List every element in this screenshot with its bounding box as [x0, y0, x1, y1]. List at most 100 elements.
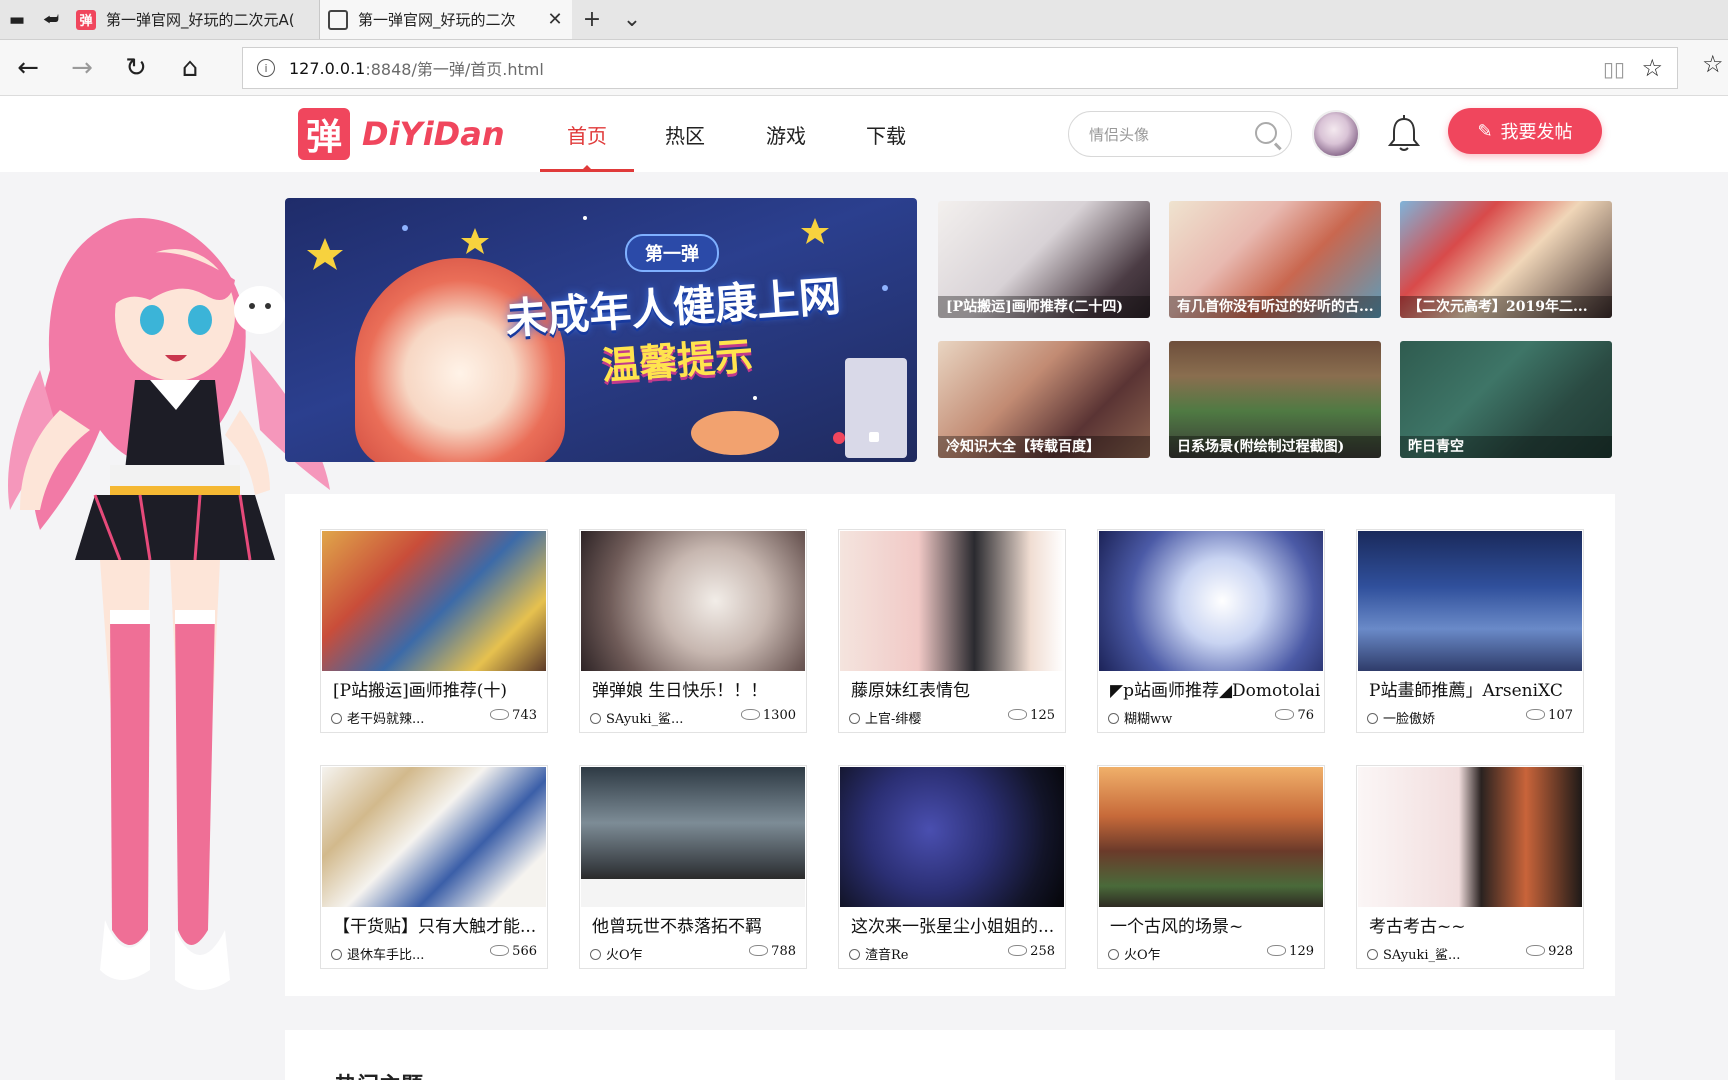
tab-list-chevron-icon[interactable]: ⌄	[612, 0, 652, 39]
home-icon[interactable]: ⌂	[172, 50, 208, 86]
post-thumbnail	[322, 531, 546, 671]
post-author: 上官-绯樱	[865, 712, 922, 727]
banner-badge: 第一弹	[625, 234, 719, 272]
avatar[interactable]	[1312, 110, 1360, 158]
tabs-aside-icon[interactable]: ⮨	[34, 0, 68, 39]
new-post-button[interactable]: ✎ 我要发帖	[1448, 108, 1602, 154]
banner-dot-2[interactable]	[869, 432, 879, 442]
reading-view-icon[interactable]: ▯▯	[1603, 57, 1625, 81]
nav-games[interactable]: 游戏	[736, 96, 836, 172]
post-meta: 糊糊ww 76	[1108, 708, 1314, 727]
new-tab-icon[interactable]: +	[572, 0, 612, 39]
nav-hot[interactable]: 热区	[634, 96, 736, 172]
views-icon	[1008, 709, 1028, 720]
post-thumbnail	[1099, 531, 1323, 671]
main-nav: 首页 热区 游戏 下载	[540, 96, 936, 172]
post-author: 一脸傲娇	[1383, 712, 1436, 727]
tab-title: 第一弹官网_好玩的二次元A(	[106, 11, 295, 29]
notification-bell-icon[interactable]	[1386, 114, 1422, 154]
featured-thumb-3[interactable]: 【二次元高考】2019年二...	[1400, 201, 1612, 318]
site-info-icon[interactable]: i	[257, 59, 275, 77]
post-card[interactable]: 这次来一张星尘小姐姐的... 渣音Re 258	[838, 765, 1066, 969]
tab-title: 第一弹官网_好玩的二次	[358, 11, 516, 29]
user-icon	[1367, 713, 1378, 724]
post-title: 一个古风的场景~	[1110, 917, 1244, 937]
post-card[interactable]: 藤原妹红表情包 上官-绯樱 125	[838, 529, 1066, 733]
post-title: 他曾玩世不恭落拓不羁	[592, 917, 762, 937]
post-card[interactable]: [P站搬运]画师推荐(十) 老干妈就辣... 743	[320, 529, 548, 733]
nav-download[interactable]: 下载	[836, 96, 936, 172]
page-favicon-icon	[328, 9, 348, 30]
banner-dot-1[interactable]	[833, 432, 845, 444]
post-card[interactable]: 考古考古~~ SAyuki_鲨... 928	[1356, 765, 1584, 969]
post-views: 928	[1548, 944, 1573, 959]
post-author: 火O乍	[606, 948, 643, 963]
post-views: 107	[1548, 708, 1573, 723]
post-card[interactable]: ◤p站画师推荐◢Domotolain 糊糊ww 76	[1097, 529, 1325, 733]
thumb-caption: 有几首你没有听过的好听的古...	[1169, 296, 1381, 318]
browser-tab-bar: ▬ ⮨ 弹 第一弹官网_好玩的二次元A( 第一弹官网_好玩的二次 ✕ + ⌄	[0, 0, 1728, 40]
post-meta: 火O乍 129	[1108, 944, 1314, 963]
url-field[interactable]: i 127.0.0.1:8848/第一弹/首页.html ▯▯ ☆	[242, 47, 1678, 89]
featured-thumb-5[interactable]: 日系场景(附绘制过程截图)	[1169, 341, 1381, 458]
refresh-icon[interactable]: ↻	[118, 50, 154, 86]
posts-grid: [P站搬运]画师推荐(十) 老干妈就辣... 743 弹弹娘 生日快乐！！！ S…	[285, 494, 1615, 996]
search-input[interactable]: 情侣头像	[1068, 111, 1292, 157]
browser-address-bar: ← → ↻ ⌂ i 127.0.0.1:8848/第一弹/首页.html ▯▯ …	[0, 40, 1728, 96]
post-title: P站畫師推薦」ArseniXC	[1369, 681, 1563, 701]
featured-thumb-1[interactable]: [P站搬运]画师推荐(二十四)	[938, 201, 1150, 318]
post-card[interactable]: 他曾玩世不恭落拓不羁 火O乍 788	[579, 765, 807, 969]
favorite-star-icon[interactable]: ☆	[1641, 54, 1663, 82]
forward-icon[interactable]: →	[64, 50, 100, 86]
post-views: 76	[1297, 708, 1314, 723]
post-thumbnail	[322, 767, 546, 907]
post-author: 退休车手比...	[347, 948, 425, 963]
user-icon	[331, 949, 342, 960]
hot-topics-section: 热门主题	[285, 1030, 1615, 1080]
close-tab-icon[interactable]: ✕	[546, 9, 564, 30]
post-author: 火O乍	[1124, 948, 1161, 963]
post-thumbnail	[1099, 767, 1323, 907]
post-author: 糊糊ww	[1124, 712, 1173, 727]
user-icon	[590, 713, 601, 724]
post-views: 258	[1030, 944, 1055, 959]
featured-thumb-6[interactable]: 昨日青空	[1400, 341, 1612, 458]
url-path: :8848/第一弹/首页.html	[365, 60, 544, 79]
post-author: 老干妈就辣...	[347, 712, 425, 727]
post-title: 藤原妹红表情包	[851, 681, 970, 701]
pencil-icon: ✎	[1477, 120, 1493, 142]
nav-home[interactable]: 首页	[540, 96, 634, 172]
post-card[interactable]: 一个古风的场景~ 火O乍 129	[1097, 765, 1325, 969]
browser-tab-2[interactable]: 第一弹官网_好玩的二次 ✕	[320, 0, 572, 39]
search-icon[interactable]	[1255, 122, 1277, 144]
main-banner[interactable]: 第一弹 未成年人健康上网 温馨提示	[285, 198, 917, 462]
post-card[interactable]: 【干货贴】只有大触才能... 退休车手比... 566	[320, 765, 548, 969]
user-icon	[849, 949, 860, 960]
logo-text: DiYiDan	[362, 115, 505, 153]
featured-thumb-2[interactable]: 有几首你没有听过的好听的古...	[1169, 201, 1381, 318]
post-title: 弹弹娘 生日快乐！！！	[592, 681, 768, 701]
views-icon	[1526, 945, 1546, 956]
post-card[interactable]: 弹弹娘 生日快乐！！！ SAyuki_鲨... 1300	[579, 529, 807, 733]
views-icon	[490, 709, 510, 720]
url-host: 127.0.0.1	[289, 58, 366, 78]
views-icon	[490, 945, 510, 956]
post-meta: 渣音Re 258	[849, 944, 1055, 963]
tab-actions-icon[interactable]: ▬	[0, 0, 34, 39]
thumb-caption: 【二次元高考】2019年二...	[1400, 296, 1612, 318]
user-icon	[849, 713, 860, 724]
thumb-caption: [P站搬运]画师推荐(二十四)	[938, 296, 1150, 318]
featured-thumb-4[interactable]: 冷知识大全【转载百度】	[938, 341, 1150, 458]
post-views: 788	[771, 944, 796, 959]
user-icon	[590, 949, 601, 960]
post-thumbnail	[1358, 531, 1582, 671]
post-card[interactable]: P站畫師推薦」ArseniXC 一脸傲娇 107	[1356, 529, 1584, 733]
back-icon[interactable]: ←	[10, 50, 46, 86]
browser-tab-1[interactable]: 弹 第一弹官网_好玩的二次元A(	[68, 0, 320, 39]
new-post-label: 我要发帖	[1500, 122, 1573, 143]
site-logo[interactable]: 弹 DiYiDan	[298, 108, 505, 160]
views-icon	[1008, 945, 1028, 956]
post-author: SAyuki_鲨...	[1383, 948, 1461, 963]
post-meta: 退休车手比... 566	[331, 944, 537, 963]
favorites-bar-icon[interactable]: ☆	[1702, 50, 1728, 78]
